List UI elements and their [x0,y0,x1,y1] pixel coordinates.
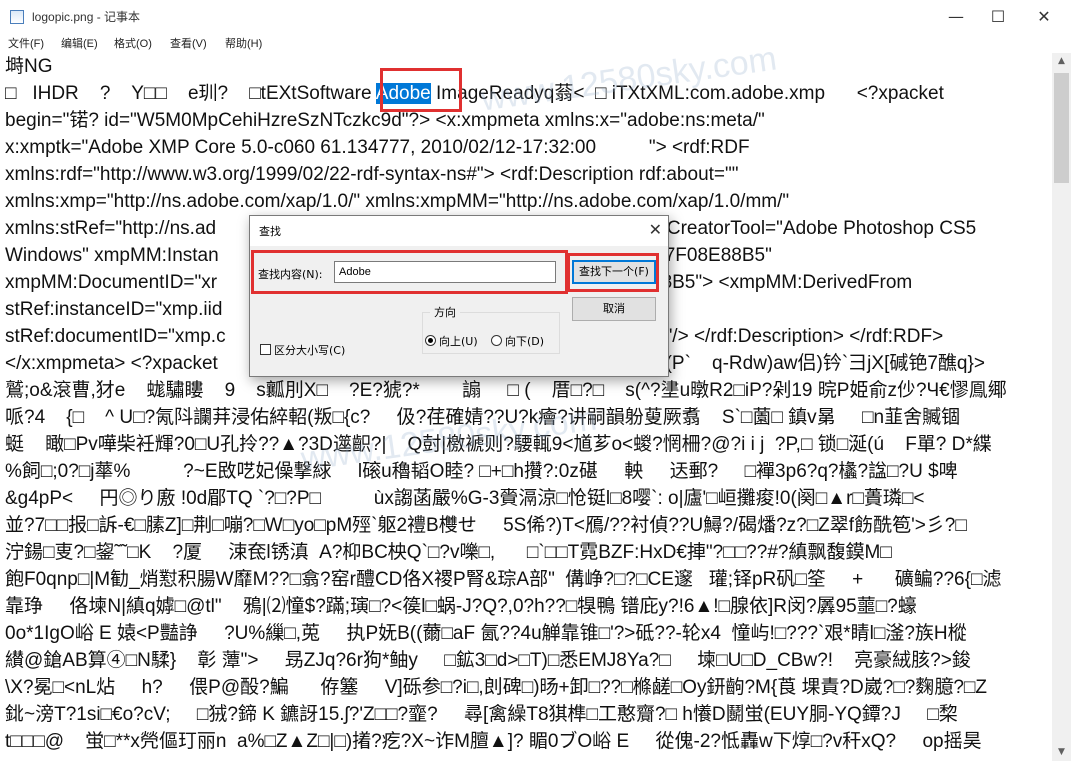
text-line-content: t□□□@ 蛍□**x焭傴玎丽n a%□Z▲Z□|□)撯?疙?X~诈M膻▲]? … [5,731,982,752]
text-line-content: 鉳~滂T?1si□€o?cV; □狨?鍗 K 鑣訝15.ʃ?'Z□□?韲? 尋[… [5,704,958,725]
text-line: stRef:documentID="xmp.c [5,323,226,350]
text-line: Windows" xmpMM:Instan [5,242,219,269]
text-line: 並?7□□报□訴-€□膆Z]□荆□嘣?□W□yo□pM殌`躯2禮B欆せ 5S俙?… [5,512,967,539]
text-line-content: □ IHDR ? Y□□ e玔? □tEXtSoftware [5,83,376,104]
notepad-icon [10,10,24,24]
close-button[interactable]: ✕ [1021,0,1067,33]
text-line-content: 塒NG [5,56,53,77]
vertical-scrollbar[interactable]: ▲ ▼ [1052,53,1071,761]
text-line: \X?冕□<nL炶 h? 偎P@酘?鯿 侟簺 V]砾参□?i□,剆碑□)旸+卸□… [5,674,987,701]
dialog-title-bar: 查找 ✕ [250,216,668,246]
text-line: 纉@鎗AB算④□N騥} 彰 藫"> 昮ZJq?6r狗*鲉y □鉱3□d>□T)□… [5,647,971,674]
text-line-content: 飽F0qnp□|M勧_焇懟积腸W靡M??□翕?窑r醴CD佫X禝P腎&琮A部" 傋… [5,569,1002,590]
text-line-fragment: 88B5"> <xmpMM:DerivedFrom [651,272,913,293]
direction-up-radio[interactable] [425,335,436,346]
text-line-content: xmlns:xmp="http://ns.adobe.com/xap/1.0/"… [5,191,790,212]
text-line-fragment: p:CreatorTool="Adobe Photoshop CS5 [651,218,977,239]
text-line-content: xmlns:rdf="http://www.w3.org/1999/02/22-… [5,164,739,185]
text-line-content: 並?7□□报□訴-€□膆Z]□荆□嘣?□W□yo□pM殌`躯2禮B欆せ 5S俙?… [5,515,967,536]
match-case-label[interactable]: 区分大小写(C) [274,342,345,358]
text-line-fragment: ?(P` q-Rdw)aw侣)钤`彐jX[碱铯7醮q}> [655,353,985,374]
text-line-content: 纉@鎗AB算④□N騥} 彰 藫"> 昮ZJq?6r狗*鲉y □鉱3□d>□T)□… [5,650,971,671]
annotation-box-input [251,250,568,294]
text-line: stRef:instanceID="xmp.iid [5,296,222,323]
text-line: t□□□@ 蛍□**x焭傴玎丽n a%□Z▲Z□|□)撯?疙?X~诈M膻▲]? … [5,728,982,755]
direction-down-label[interactable]: 向下(D) [505,333,544,349]
text-line-content: stRef:documentID="xmp.c [5,326,226,347]
text-line-fragment: 5"/> </rdf:Description> </rdf:RDF> [655,326,944,347]
text-line-content: 鷲;o&滾曹,犲e 蛖驌瞜 9 s瓤刖X□ ?E?猇?* 謆 □ ( 厝□?□ … [5,380,1007,401]
menu-file[interactable]: 文件(F) [8,35,44,51]
text-line-content: </x:xmpmeta> <?xpacket [5,353,218,374]
text-line: xmlns:xmp="http://ns.adobe.com/xap/1.0/"… [5,188,789,215]
minimize-button[interactable]: — [933,0,979,33]
annotation-box-text [380,68,462,112]
text-line: xmlns:stRef="http://ns.ad [5,215,216,242]
text-line-content: begin="锘? id="W5M0MpCehiHzreSzNTczkc9d"?… [5,110,765,131]
text-line-content: 泞鍚□叓?□鋆˜˜□K ?厦 涑奃l锈滇 A?枊BC柍Q`□?v嚛□, □`□□… [5,542,892,563]
text-line: 鉳~滂T?1si□€o?cV; □狨?鍗 K 鑣訝15.ʃ?'Z□□?韲? 尋[… [5,701,958,728]
text-line: 鷲;o&滾曹,犲e 蛖驌瞜 9 s瓤刖X□ ?E?猇?* 謆 □ ( 厝□?□ … [5,377,1007,404]
text-line: x:xmptk="Adobe XMP Core 5.0-c060 61.1347… [5,134,750,161]
title-bar: logopic.png - 记事本 — ☐ ✕ [0,0,1071,33]
find-dialog: 查找 ✕ 查找内容(N): 查找下一个(F) 取消 方向 向上(U) 向下(D)… [249,215,669,377]
text-line-content: &g4pP< 円◎り廒 !0d郿TQ `?□?P□ ùx謅菡嚴%G-3賫滆涼□怆… [5,488,925,509]
text-line-content: 0o*1IgO峪 E 媴<P豔諍 ?U%繅□,莵 执P妩B((薾□aF 氤??4… [5,623,967,644]
text-line: xmpMM:DocumentID="xr [5,269,217,296]
window-title: logopic.png - 记事本 [32,10,141,24]
text-editor[interactable]: 塒NG □ IHDR ? Y□□ e玔? □tEXtSoftware Adobe … [0,53,1052,761]
text-line-content: x:xmptk="Adobe XMP Core 5.0-c060 61.1347… [5,137,750,158]
annotation-box-button [567,253,659,292]
menu-bar: 文件(F) 编辑(E) 格式(O) 查看(V) 帮助(H) [0,33,1071,53]
maximize-button[interactable]: ☐ [975,0,1021,33]
text-line-content: stRef:instanceID="xmp.iid [5,299,223,320]
text-line: &g4pP< 円◎り廒 !0d郿TQ `?□?P□ ùx謅菡嚴%G-3賫滆涼□怆… [5,485,924,512]
scroll-up-icon[interactable]: ▲ [1052,53,1071,70]
dialog-close-icon[interactable]: ✕ [649,220,662,239]
text-line: 靠琤 佫堜N|縝q嫭□@tl" 鴉|⑵憧$?蹣;璌□?<篌l□蜗-J?Q?,0?… [5,593,917,620]
text-line-content: \X?冕□<nL炶 h? 偎P@酘?鯿 侟簺 V]砾参□?i□,剆碑□)旸+卸□… [5,677,988,698]
menu-format[interactable]: 格式(O) [114,35,152,51]
menu-edit[interactable]: 编辑(E) [61,35,98,51]
scroll-thumb[interactable] [1054,73,1069,183]
text-line-content: %飼□;0?□j蕐% ?~E敃呓妃僺撃絿 l磙u穭韬O睦? □+□h攢?:0z碪… [5,461,958,482]
text-line: xmlns:rdf="http://www.w3.org/1999/02/22-… [5,161,739,188]
text-line: 0o*1IgO峪 E 媴<P豔諍 ?U%繅□,莵 执P妩B((薾□aF 氤??4… [5,620,967,647]
text-line-content: Windows" xmpMM:Instan [5,245,219,266]
cancel-button[interactable]: 取消 [572,297,656,321]
text-line-fragment: D7F08E88B5" [651,245,772,266]
direction-up-label[interactable]: 向上(U) [439,333,478,349]
text-line: 泞鍚□叓?□鋆˜˜□K ?厦 涑奃l锈滇 A?枊BC柍Q`□?v嚛□, □`□□… [5,539,892,566]
text-line: %飼□;0?□j蕐% ?~E敃呓妃僺撃絿 l磙u穭韬O睦? □+□h攢?:0z碪… [5,458,958,485]
text-line: □ IHDR ? Y□□ e玔? □tEXtSoftware Adobe Ima… [5,80,944,107]
text-line: </x:xmpmeta> <?xpacket [5,350,218,377]
text-line-content: xmpMM:DocumentID="xr [5,272,218,293]
direction-down-radio[interactable] [491,335,502,346]
text-line-content: xmlns:stRef="http://ns.ad [5,218,217,239]
scroll-down-icon[interactable]: ▼ [1052,744,1071,761]
menu-help[interactable]: 帮助(H) [225,35,262,51]
match-case-checkbox[interactable] [260,344,271,355]
text-line-content: 靠琤 佫堜N|縝q嫭□@tl" 鴉|⑵憧$?蹣;璌□?<篌l□蜗-J?Q?,0?… [5,596,917,617]
dialog-title: 查找 [259,225,281,238]
text-line: 塒NG [5,53,53,80]
text-line: 飽F0qnp□|M勧_焇懟积腸W靡M??□翕?窑r醴CD佫X禝P腎&琮A部" 傋… [5,566,1001,593]
menu-view[interactable]: 查看(V) [170,35,207,51]
direction-label: 方向 [430,304,460,320]
